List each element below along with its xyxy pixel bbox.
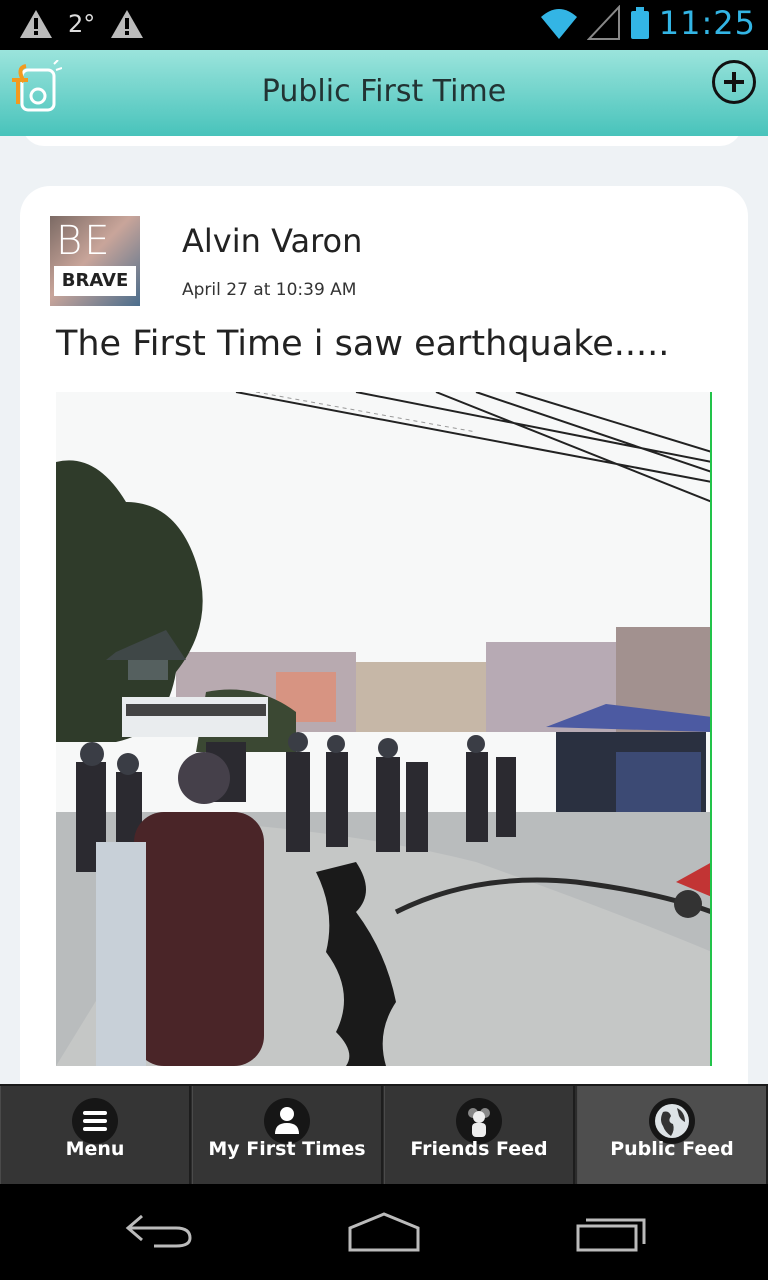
status-right: 11:25 (539, 4, 756, 42)
nav-label-my-first-times: My First Times (208, 1138, 366, 1160)
system-nav-bar (0, 1184, 768, 1280)
public-feed[interactable]: BE BRAVE Alvin Varon April 27 at 10:39 A… (0, 136, 768, 1084)
avatar-text-top: BE (56, 218, 112, 264)
avatar-text-bottom: BRAVE (54, 266, 136, 296)
wifi-icon (540, 9, 577, 39)
add-post-button[interactable] (712, 60, 756, 104)
battery-icon (630, 7, 649, 39)
post-title: The First Time i saw earthquake..... (56, 324, 670, 364)
page-title: Public First Time (261, 74, 507, 109)
clock-text: 11:25 (658, 4, 756, 42)
author-name[interactable]: Alvin Varon (182, 222, 362, 260)
avatar[interactable]: BE BRAVE (50, 216, 140, 306)
recents-icon[interactable] (574, 1214, 648, 1254)
nav-public-feed[interactable]: Public Feed (577, 1086, 768, 1184)
post-timestamp: April 27 at 10:39 AM (182, 280, 357, 300)
back-icon[interactable] (124, 1210, 196, 1250)
nav-label-menu: Menu (65, 1138, 125, 1160)
nav-label-public-feed: Public Feed (610, 1138, 734, 1160)
signal-icon (586, 5, 620, 40)
nav-friends-feed[interactable]: Friends Feed (384, 1086, 575, 1184)
status-bar: 2° 11:25 (0, 0, 768, 50)
app-header: Public First Time (0, 50, 768, 136)
nav-label-friends-feed: Friends Feed (410, 1138, 548, 1160)
post-photo[interactable] (56, 392, 712, 1066)
warning-icon (111, 10, 144, 38)
warning-icon (20, 10, 52, 38)
temperature-text: 2° (68, 10, 96, 38)
nav-menu[interactable]: Menu (0, 1086, 191, 1184)
post-card[interactable]: BE BRAVE Alvin Varon April 27 at 10:39 A… (20, 186, 748, 1084)
bottom-nav: Menu My First Times Friends Feed Public … (0, 1084, 768, 1186)
status-left: 2° (18, 8, 145, 40)
home-icon[interactable] (346, 1210, 422, 1254)
nav-my-first-times[interactable]: My First Times (192, 1086, 383, 1184)
previous-post-card (22, 136, 742, 146)
